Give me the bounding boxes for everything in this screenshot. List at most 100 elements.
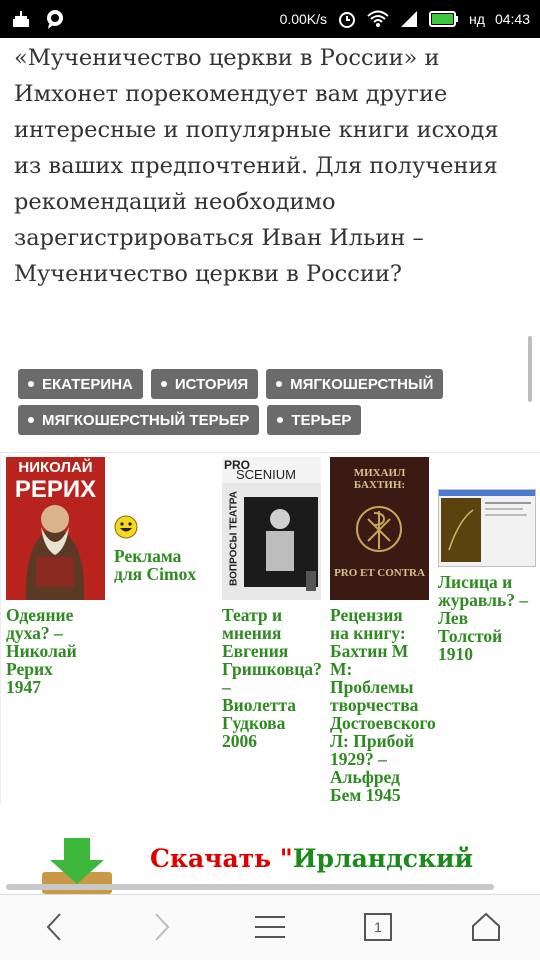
home-button[interactable] [470,911,502,943]
book-card[interactable]: Лисица и журавль? – Лев Толстой 1910 [438,489,538,663]
book-cover-title: SCENIUM [236,467,296,482]
article-line: интересные и популярные книги исходя [14,117,499,143]
tag-dot-icon [28,417,34,423]
ad-title-line: для Cimox [114,564,197,584]
status-bar: 0.00K/s нд 04:43 [0,0,540,38]
book-title-line: 1910 [438,644,473,664]
article-line: Имхонет порекомендует вам другие [14,81,448,107]
download-title: Ирландский [292,844,474,873]
tag-istoriya[interactable]: ИСТОРИЯ [150,369,259,399]
book-title-line: журавль? – [438,590,529,610]
book-title-line: Толстой [438,626,503,646]
vertical-scrollbar[interactable] [528,336,532,402]
tag-ekaterina[interactable]: ЕКАТЕРИНА [18,369,143,399]
tag-label: ИСТОРИЯ [174,375,249,393]
book-title[interactable]: Рецензия на книгу: Бахтин М М: Проблемы … [330,605,436,805]
book-title-line: Евгения [222,641,289,661]
clock: 04:43 [494,11,530,27]
book-cover-author: МИХАИЛ БАХТИН: [353,467,406,491]
alarm-icon [337,9,357,29]
book-title-line: духа? – [6,623,63,643]
book-title[interactable]: Театр и мнения Евгения Гришковца? – Виол… [222,606,326,750]
article-line: рекомендаций необходимо [14,189,336,215]
tag-dot-icon [28,381,34,387]
book-title-line: Гришковца? [222,659,322,679]
book-title-line: Бем 1945 [330,785,401,805]
book-cover-title: РЕРИХ [14,476,97,503]
chat-notification-icon [44,8,66,30]
forward-button[interactable] [146,911,178,943]
signal-icon [399,10,419,28]
chevron-left-icon [46,913,61,941]
horizontal-scrollbar[interactable] [6,884,494,890]
book-title-line: Альфред [330,767,400,787]
download-link[interactable]: Скачать "Ирландский [150,844,473,873]
smiley-icon [114,515,138,543]
book-cover-subtitle: ВОПРОСЫ ТЕАТРА [228,491,240,586]
book-title-line: Проблемы [330,677,414,697]
tag-label: МЯГКОШЕРСТНЫЙ [290,375,434,393]
book-title-line: Достоевского [330,713,436,733]
tag-label: ТЕРЬЕР [291,411,352,429]
network-speed: 0.00K/s [279,11,328,27]
tabs-button[interactable]: 1 [362,911,394,943]
book-cover[interactable]: PRO SCENIUM ВОПРОСЫ ТЕАТРА [222,457,321,600]
book-cover-title: PRO ET CONTRA [334,567,425,579]
tab-count: 1 [374,919,382,935]
book-cover[interactable]: МИХАИЛ БАХТИН: PRO ET CONTRA [330,457,429,600]
tag-label: МЯГКОШЕРСТНЫЙ ТЕРЬЕР [42,411,250,429]
article-line: Мученичество церкви в России? [14,261,402,287]
book-title-line: Лев [438,608,469,628]
book-title-line: Театр и [222,605,283,625]
book-card[interactable]: НИКОЛАЙ РЕРИХ Одеяние духа? – Николай Ре… [6,457,110,696]
article-line: «Мученичество церкви в России» и [14,45,440,71]
book-cover-author: НИКОЛАЙ [18,459,93,476]
book-title[interactable]: Лисица и журавль? – Лев Толстой 1910 [438,573,538,663]
book-title-line: на книгу: [330,623,406,643]
book-title-line: Гудкова [222,713,286,733]
tag-terer[interactable]: ТЕРЬЕР [267,405,362,435]
book-title-line: Виолетта [222,695,297,715]
book-title-line: Рецензия [330,605,403,625]
day-label: нд [469,11,485,27]
book-card[interactable]: МИХАИЛ БАХТИН: PRO ET CONTRA Рецензия на… [330,457,436,805]
book-title[interactable]: Одеяние духа? – Николай Рерих 1947 [6,606,110,696]
book-title-line: 2006 [222,731,257,751]
book-card[interactable]: PRO SCENIUM ВОПРОСЫ ТЕАТРА Театр и мнени… [222,457,326,750]
book-title-line: 1947 [6,677,41,697]
tag-dot-icon [277,417,284,423]
article-text: «Мученичество церкви в России» и Имхонет… [14,40,529,292]
home-icon [472,912,500,941]
book-cover[interactable] [438,489,536,567]
book-cover-art [439,490,535,566]
download-label: Скачать " [150,844,293,873]
hamburger-menu-icon [255,916,285,938]
book-cover[interactable]: НИКОЛАЙ РЕРИХ [6,457,105,600]
cake-notification-icon [10,8,32,30]
book-title-line: Лисица и [438,572,513,592]
tag-dot-icon [160,381,167,387]
column-divider [0,453,1,805]
chevron-right-icon [155,913,170,941]
tag-myagkosherstny[interactable]: МЯГКОШЕРСТНЫЙ [266,369,444,399]
ad-title[interactable]: Реклама для Cimox [114,547,218,583]
browser-navbar: 1 [0,894,540,960]
download-banner[interactable]: Скачать "Ирландский [0,830,540,894]
article-line: из ваших предпочтений. Для получения [14,153,498,179]
tag-label: ЕКАТЕРИНА [42,375,133,393]
book-title-line: Рерих [6,659,53,679]
book-title-line: – [222,677,231,697]
ad-card[interactable]: Реклама для Cimox [114,515,218,583]
book-title-line: Л: Прибой [330,731,415,751]
book-title-line: Одеяние [6,605,74,625]
wifi-icon [367,10,389,28]
book-title-line: мнения [222,623,282,643]
battery-icon [429,11,459,27]
ad-title-line: Реклама [114,546,182,566]
tag-list: ЕКАТЕРИНА ИСТОРИЯ МЯГКОШЕРСТНЫЙ МЯГКОШЕР… [18,369,518,435]
menu-button[interactable] [254,911,286,943]
book-title-line: Бахтин М [330,641,409,661]
book-title-line: Николай [6,641,77,661]
tag-myagkosherstny-terer[interactable]: МЯГКОШЕРСТНЫЙ ТЕРЬЕР [18,405,260,435]
back-button[interactable] [38,911,70,943]
